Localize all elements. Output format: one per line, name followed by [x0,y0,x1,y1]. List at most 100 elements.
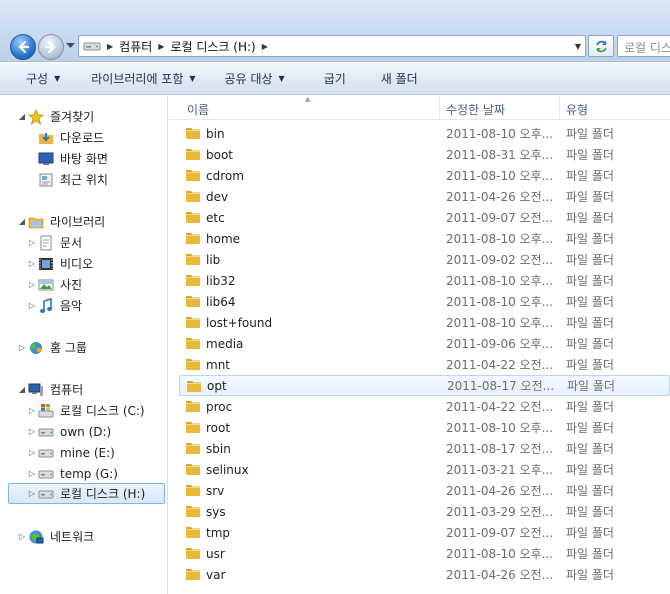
nav-libraries[interactable]: ◢ 라이브러리 [16,211,182,232]
file-row-tmp[interactable]: tmp 2011-09-07 오전... 파일 폴더 [179,522,670,543]
nav-downloads-label: 다운로드 [60,131,105,145]
expand-arrow-icon[interactable]: ▷ [26,427,38,436]
address-history-dropdown-icon[interactable]: ▼ [575,42,581,51]
expand-arrow-icon[interactable]: ▷ [26,259,38,268]
breadcrumb-arrow-icon[interactable]: ▶ [158,42,164,51]
expand-arrow-icon[interactable]: ▷ [26,238,38,247]
file-row-sbin[interactable]: sbin 2011-08-17 오전... 파일 폴더 [179,438,670,459]
file-type: 파일 폴더 [566,190,614,204]
file-date: 2011-09-06 오후... [446,337,554,351]
nav-network[interactable]: ▷ 네트워크 [16,526,182,547]
nav-homegroup[interactable]: ▷ 홈 그룹 [16,337,182,358]
file-row-selinux[interactable]: selinux 2011-03-21 오후... 파일 폴더 [179,459,670,480]
file-row-cdrom[interactable]: cdrom 2011-08-10 오후... 파일 폴더 [179,165,670,186]
refresh-button[interactable] [588,35,614,57]
file-row-lost-found[interactable]: lost+found 2011-08-10 오후... 파일 폴더 [179,312,670,333]
nav-drive-g[interactable]: ▷ temp (G:) [26,463,192,484]
file-row-proc[interactable]: proc 2011-04-22 오전... 파일 폴더 [179,396,670,417]
breadcrumb-computer[interactable]: 컴퓨터 [119,38,152,55]
file-date: 2011-04-26 오전... [446,568,554,582]
expand-arrow-icon[interactable]: ▷ [26,406,38,415]
address-box[interactable]: ▶ 컴퓨터 ▶ 로컬 디스크 (H:) ▶ ▼ [78,35,586,57]
share-with-button[interactable]: 공유 대상 ▼ [209,68,298,90]
file-type: 파일 폴더 [566,127,614,141]
file-name: proc [206,399,233,414]
breadcrumb-arrow-icon[interactable]: ▶ [107,42,113,51]
nav-favorites[interactable]: ◢ 즐겨찾기 [16,106,182,127]
column-type-header[interactable]: 유형 [566,101,588,118]
organize-button[interactable]: 구성 ▼ [0,68,73,90]
expand-arrow-icon[interactable]: ▷ [16,343,28,352]
folder-icon [186,296,200,307]
nav-drive-c[interactable]: ▷ 로컬 디스크 (C:) [26,400,192,421]
file-row-lib32[interactable]: lib32 2011-08-10 오후... 파일 폴더 [179,270,670,291]
expand-arrow-icon[interactable]: ▷ [26,469,38,478]
collapse-arrow-icon[interactable]: ◢ [16,217,28,226]
nav-drive-h[interactable]: ▷ 로컬 디스크 (H:) [8,483,165,504]
file-row-home[interactable]: home 2011-08-10 오후... 파일 폴더 [179,228,670,249]
collapse-arrow-icon[interactable]: ◢ [16,385,28,394]
recent-pages-dropdown-icon[interactable] [66,43,75,49]
file-row-var[interactable]: var 2011-04-26 오전... 파일 폴더 [179,564,670,585]
documents-icon [40,235,52,250]
file-row-media[interactable]: media 2011-09-06 오후... 파일 폴더 [179,333,670,354]
breadcrumb-drive-h[interactable]: 로컬 디스크 (H:) [170,38,255,55]
nav-pictures[interactable]: ▷ 사진 [26,274,192,295]
column-divider[interactable] [439,96,440,120]
file-name: media [206,336,244,351]
file-row-root[interactable]: root 2011-08-10 오후... 파일 폴더 [179,417,670,438]
file-row-bin[interactable]: bin 2011-08-10 오후... 파일 폴더 [179,123,670,144]
nav-drive-e[interactable]: ▷ mine (E:) [26,442,192,463]
nav-drive-d[interactable]: ▷ own (D:) [26,421,192,442]
expand-arrow-icon[interactable]: ▷ [16,532,28,541]
file-date: 2011-09-07 오전... [446,211,554,225]
folder-icon [186,275,200,286]
folder-icon [186,527,200,538]
file-row-mnt[interactable]: mnt 2011-04-22 오전... 파일 폴더 [179,354,670,375]
expand-arrow-icon[interactable]: ▷ [26,301,38,310]
file-name: bin [206,126,225,141]
folder-icon [186,422,200,433]
file-row-usr[interactable]: usr 2011-08-10 오후... 파일 폴더 [179,543,670,564]
navigation-pane[interactable]: ◢ 즐겨찾기 다운로드 바탕 화면 최근 위치 ◢ 라이브러리 ▷ 문서 ▷ 비… [0,96,168,594]
file-type: 파일 폴더 [566,484,614,498]
expand-arrow-icon[interactable]: ▷ [26,280,38,289]
file-row-boot[interactable]: boot 2011-08-31 오후... 파일 폴더 [179,144,670,165]
command-bar: 구성 ▼ 라이브러리에 포함 ▼ 공유 대상 ▼ 굽기 새 폴더 [0,63,670,95]
expand-arrow-icon[interactable]: ▷ [26,489,38,498]
file-row-srv[interactable]: srv 2011-04-26 오전... 파일 폴더 [179,480,670,501]
nav-documents[interactable]: ▷ 문서 [26,232,192,253]
file-list[interactable]: ▲ 이름 수정한 날짜 유형 bin 2011-08-10 오후... 파일 폴더 b… [169,96,670,594]
nav-computer[interactable]: ◢ 컴퓨터 [16,379,182,400]
file-row-opt[interactable]: opt 2011-08-17 오전... 파일 폴더 [179,375,670,396]
file-name: sbin [206,441,231,456]
back-button[interactable] [10,34,36,60]
forward-button[interactable] [38,34,64,60]
file-date: 2011-04-26 오전... [446,190,554,204]
nav-desktop-label: 바탕 화면 [60,152,108,166]
file-type: 파일 폴더 [566,232,614,246]
file-row-etc[interactable]: etc 2011-09-07 오전... 파일 폴더 [179,207,670,228]
include-in-library-button[interactable]: 라이브러리에 포함 ▼ [73,68,208,90]
column-name-header[interactable]: 이름 [187,101,209,118]
burn-button[interactable]: 굽기 [298,68,359,90]
file-row-lib64[interactable]: lib64 2011-08-10 오후... 파일 폴더 [179,291,670,312]
search-input[interactable]: 로컬 디스 [617,35,670,57]
nav-videos[interactable]: ▷ 비디오 [26,253,192,274]
column-divider[interactable] [559,96,560,120]
nav-music-label: 음악 [60,299,83,313]
expand-arrow-icon[interactable]: ▷ [26,448,38,457]
file-type: 파일 폴더 [566,547,614,561]
folder-icon [186,317,200,328]
file-row-lib[interactable]: lib 2011-09-02 오전... 파일 폴더 [179,249,670,270]
collapse-arrow-icon[interactable]: ◢ [16,112,28,121]
column-header: ▲ 이름 수정한 날짜 유형 [169,96,670,120]
file-date: 2011-08-10 오후... [446,274,554,288]
column-date-header[interactable]: 수정한 날짜 [446,101,505,118]
nav-music[interactable]: ▷ 음악 [26,295,192,316]
file-type: 파일 폴더 [566,169,614,183]
breadcrumb-arrow-icon[interactable]: ▶ [262,42,268,51]
file-row-sys[interactable]: sys 2011-03-29 오전... 파일 폴더 [179,501,670,522]
new-folder-button[interactable]: 새 폴더 [359,68,431,90]
file-row-dev[interactable]: dev 2011-04-26 오전... 파일 폴더 [179,186,670,207]
